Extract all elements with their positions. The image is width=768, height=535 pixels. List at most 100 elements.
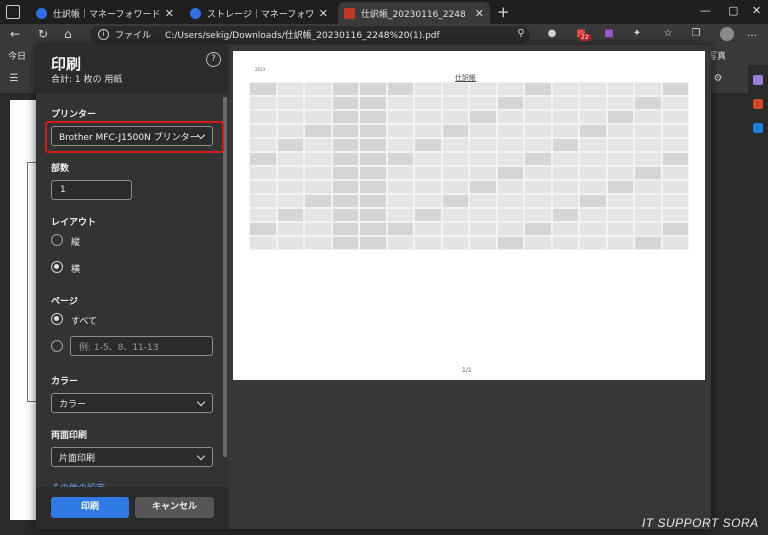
preview-table-cell [276,110,304,124]
preview-table-cell [524,166,552,180]
layout-portrait-radio[interactable] [51,234,63,246]
read-aloud-icon[interactable]: ⚲ [515,28,527,40]
preview-table-cell [634,166,662,180]
address-scheme-label: ファイル [115,31,152,41]
pages-custom-radio[interactable] [51,340,63,352]
pdf-settings-icon[interactable]: ⚙ [712,73,724,85]
preview-table-cell [551,82,579,96]
print-button[interactable]: 印刷 [51,497,129,518]
preview-table-cell [249,110,277,124]
help-icon[interactable]: ? [206,52,221,67]
favorites-icon[interactable]: ☆ [662,28,674,40]
profile-avatar[interactable] [720,27,734,41]
preview-table-cell [606,222,634,236]
preview-table-cell [386,166,414,180]
preview-table-cell [469,138,497,152]
preview-table-cell [469,152,497,166]
preview-table-cell [414,82,442,96]
preview-table-cell [524,236,552,250]
pages-all-radio[interactable] [51,313,63,325]
new-tab-icon[interactable]: + [497,3,510,21]
preview-table-cell [359,166,387,180]
tab-moneyforward-journal[interactable]: 仕訳帳｜マネーフォワード クラウド確定 ✕ [30,2,180,24]
outlook-icon[interactable] [753,123,763,133]
preview-table-cell [414,194,442,208]
preview-table-cell [276,138,304,152]
copilot-icon[interactable] [753,75,763,85]
close-tab-icon[interactable]: ✕ [475,7,484,20]
preview-table-cell [386,124,414,138]
address-bar[interactable]: i ファイル C:/Users/sekig/Downloads/仕訳帳_2023… [90,26,530,43]
preview-table-cell [414,208,442,222]
preview-table-cell [634,82,662,96]
preview-table-cell [276,236,304,250]
preview-table-cell [496,124,524,138]
preview-table-cell [276,152,304,166]
pages-custom-input[interactable]: 例: 1-5、8、11-13 [70,336,213,356]
preview-table-cell [496,208,524,222]
printer-highlight-box [45,121,224,153]
preview-page-number: 1/1 [462,367,472,374]
back-icon[interactable]: ← [10,27,20,41]
preview-table-cell [331,110,359,124]
preview-table-cell [441,208,469,222]
preview-table-cell [634,96,662,110]
layout-landscape-radio[interactable] [51,261,63,273]
preview-table-cell [551,222,579,236]
chevron-down-icon [196,397,206,407]
preview-table-cell [661,236,689,250]
extension-icon[interactable]: ● [546,28,558,40]
cancel-button[interactable]: キャンセル [135,497,214,518]
preview-table-cell [304,110,332,124]
color-select[interactable]: カラー [51,393,213,413]
preview-table-cell [496,180,524,194]
close-tab-icon[interactable]: ✕ [165,7,174,20]
copies-input[interactable]: 1 [51,180,132,200]
tab-pdf-journal[interactable]: 仕訳帳_20230116_2248 (1).pdf ✕ [338,2,490,24]
preview-table-cell [359,152,387,166]
minimize-icon[interactable]: — [700,4,711,17]
preview-table-cell [331,96,359,110]
more-menu-icon[interactable]: … [746,28,758,40]
preview-table-cell [304,138,332,152]
preview-table-cell [441,82,469,96]
onenote-icon[interactable]: ■ [603,28,615,40]
refresh-icon[interactable]: ↻ [38,27,48,41]
preview-table-cell [414,110,442,124]
close-window-icon[interactable]: ✕ [752,4,761,17]
favorite-item-left[interactable]: 今日 [8,49,26,62]
preview-table-cell [414,236,442,250]
preview-table-cell [496,96,524,110]
preview-table-cell [469,194,497,208]
info-icon[interactable]: i [98,29,109,40]
contents-list-icon[interactable]: ☰ [8,73,20,85]
extensions-puzzle-icon[interactable]: ✦ [631,28,643,40]
preview-table-cell [331,166,359,180]
home-icon[interactable]: ⌂ [64,27,72,41]
preview-table-cell [441,180,469,194]
preview-table-cell [276,96,304,110]
preview-table-cell [276,222,304,236]
collections-icon[interactable]: ❐ [690,28,702,40]
preview-table-blurred [249,82,689,250]
preview-table-cell [551,110,579,124]
preview-table-cell [249,180,277,194]
layout-landscape-label: 横 [71,265,81,275]
preview-table-cell [469,166,497,180]
preview-table-cell [496,110,524,124]
preview-table-cell [524,222,552,236]
preview-table-cell [496,194,524,208]
tab-actions-icon[interactable] [6,5,20,19]
close-tab-icon[interactable]: ✕ [319,7,328,20]
duplex-select[interactable]: 片面印刷 [51,447,213,467]
preview-table-cell [634,110,662,124]
preview-table-cell [579,124,607,138]
maximize-icon[interactable]: ▢ [728,4,738,17]
preview-table-cell [249,166,277,180]
tab-moneyforward-storage[interactable]: ストレージ｜マネーフォワード クラウド確 ✕ [184,2,334,24]
preview-table-cell [249,152,277,166]
preview-table-cell [359,138,387,152]
preview-table-cell [414,180,442,194]
office-icon[interactable] [753,99,763,109]
preview-table-cell [414,222,442,236]
